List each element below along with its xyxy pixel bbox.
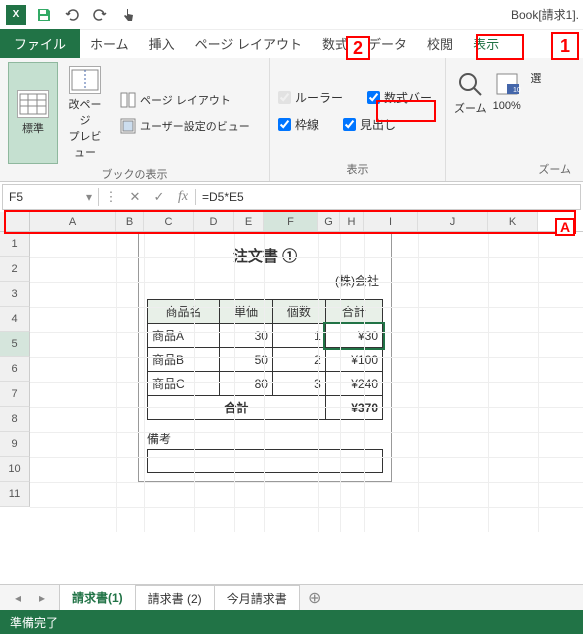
row-header-4[interactable]: 4 bbox=[0, 307, 30, 332]
group-label-views: ブックの表示 bbox=[8, 164, 261, 182]
annotation-box-view-tab bbox=[476, 34, 524, 60]
zoom-100-button[interactable]: 100100% bbox=[493, 70, 521, 112]
annotation-1: 1 bbox=[551, 32, 579, 60]
view-page-break-button[interactable]: 改ページ プレビュー bbox=[60, 62, 110, 164]
workbook-title: Book[請求1]. bbox=[511, 6, 579, 23]
cell[interactable]: 商品C bbox=[148, 372, 220, 396]
annotation-2: 2 bbox=[346, 36, 370, 60]
row-header-6[interactable]: 6 bbox=[0, 357, 30, 382]
row-header-5[interactable]: 5 bbox=[0, 332, 30, 357]
svg-text:100: 100 bbox=[513, 87, 521, 94]
cell[interactable]: ¥240 bbox=[325, 372, 382, 396]
cell[interactable]: ¥100 bbox=[325, 348, 382, 372]
sheet-prev-icon[interactable]: ◂ bbox=[15, 591, 21, 605]
tab-file[interactable]: ファイル bbox=[0, 29, 80, 58]
row-header-10[interactable]: 10 bbox=[0, 457, 30, 482]
row-header-11[interactable]: 11 bbox=[0, 482, 30, 507]
fx-icon[interactable]: fx bbox=[171, 189, 195, 205]
ribbon: 標準 改ページ プレビュー ページ レイアウト ユーザー設定のビュー ブックの表… bbox=[0, 58, 583, 182]
row-header-9[interactable]: 9 bbox=[0, 432, 30, 457]
tab-review[interactable]: 校閲 bbox=[417, 29, 463, 58]
zoom-selection-button[interactable]: 選 bbox=[527, 70, 545, 86]
tab-page-layout[interactable]: ページ レイアウト bbox=[185, 29, 312, 58]
sheet-tab-1[interactable]: 請求書(1) bbox=[59, 584, 136, 612]
selected-cell[interactable]: ¥30 bbox=[325, 324, 382, 348]
view-page-layout-button[interactable]: ページ レイアウト bbox=[116, 90, 254, 110]
formula-input[interactable]: =D5*E5 bbox=[196, 188, 580, 206]
expand-icon[interactable]: ⋮ bbox=[99, 189, 123, 205]
touch-mode-icon[interactable] bbox=[116, 3, 140, 27]
sheet-tabs: ◂ ▸ 請求書(1) 請求書 (2) 今月請求書 ⊕ bbox=[0, 584, 583, 610]
quick-access-toolbar: X Book[請求1]. bbox=[0, 0, 583, 30]
annotation-a: A bbox=[555, 218, 575, 236]
annotation-box-formula-bar-check bbox=[376, 100, 436, 122]
row-header-1[interactable]: 1 bbox=[0, 232, 30, 257]
check-gridlines[interactable]: 枠線 bbox=[278, 116, 319, 133]
doc-company: (株)会社 bbox=[147, 272, 379, 289]
row-header-3[interactable]: 3 bbox=[0, 282, 30, 307]
add-sheet-icon[interactable]: ⊕ bbox=[300, 588, 330, 608]
enter-icon[interactable]: ✓ bbox=[147, 189, 171, 205]
sheet-tab-3[interactable]: 今月請求書 bbox=[214, 585, 300, 611]
remarks-box[interactable] bbox=[147, 449, 383, 473]
group-label-show: 表示 bbox=[278, 159, 437, 177]
undo-icon[interactable] bbox=[60, 3, 84, 27]
group-label-zoom: ズーム bbox=[454, 159, 575, 177]
tab-insert[interactable]: 挿入 bbox=[139, 29, 185, 58]
row-header-2[interactable]: 2 bbox=[0, 257, 30, 282]
th-total: 合計 bbox=[325, 300, 382, 324]
doc-title: 注文書 ① bbox=[147, 245, 383, 266]
view-custom-button[interactable]: ユーザー設定のビュー bbox=[116, 116, 254, 136]
order-table: 商品名 単価 個数 合計 商品A 30 1 ¥30 商品B 50 2 ¥100 bbox=[147, 299, 383, 420]
redo-icon[interactable] bbox=[88, 3, 112, 27]
name-box[interactable]: F5▾ bbox=[3, 188, 99, 206]
sheet-next-icon[interactable]: ▸ bbox=[39, 591, 45, 605]
formula-bar: F5▾ ⋮ ✕ ✓ fx =D5*E5 bbox=[2, 184, 581, 210]
grid-area: 1234567891011 注文書 ① (株)会社 商品名 単価 個数 合計 商… bbox=[0, 232, 583, 532]
status-bar: 準備完了 bbox=[0, 610, 583, 634]
sheet-tab-2[interactable]: 請求書 (2) bbox=[135, 585, 215, 611]
view-normal-button[interactable]: 標準 bbox=[8, 62, 58, 164]
status-text: 準備完了 bbox=[10, 614, 58, 631]
row-header-8[interactable]: 8 bbox=[0, 407, 30, 432]
check-ruler[interactable]: ルーラー bbox=[278, 89, 343, 106]
cell[interactable]: 商品A bbox=[148, 324, 220, 348]
row-headers: 1234567891011 bbox=[0, 232, 30, 532]
tab-home[interactable]: ホーム bbox=[80, 29, 139, 58]
dropdown-icon[interactable]: ▾ bbox=[86, 190, 92, 204]
save-icon[interactable] bbox=[32, 3, 56, 27]
row-header-7[interactable]: 7 bbox=[0, 382, 30, 407]
cell[interactable]: 商品B bbox=[148, 348, 220, 372]
excel-logo: X bbox=[4, 3, 28, 27]
zoom-button[interactable]: ズーム bbox=[454, 70, 487, 116]
cells-area[interactable]: 注文書 ① (株)会社 商品名 単価 個数 合計 商品A 30 1 ¥30 商品… bbox=[30, 232, 583, 532]
annotation-box-formula-bar bbox=[4, 210, 576, 234]
cancel-icon[interactable]: ✕ bbox=[123, 189, 147, 205]
th-name: 商品名 bbox=[148, 300, 220, 324]
